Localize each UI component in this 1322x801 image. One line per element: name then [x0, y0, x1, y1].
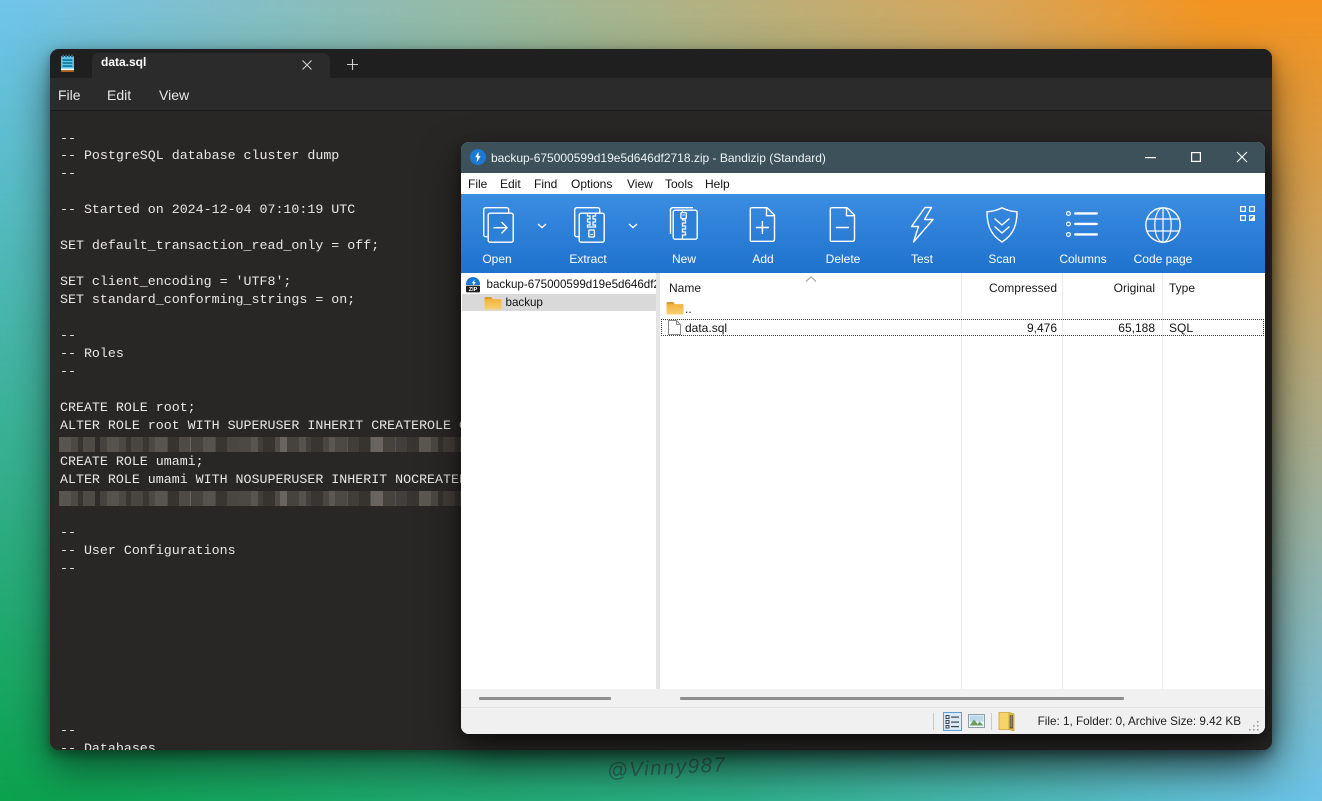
svg-text:ZIP: ZIP [469, 287, 478, 293]
